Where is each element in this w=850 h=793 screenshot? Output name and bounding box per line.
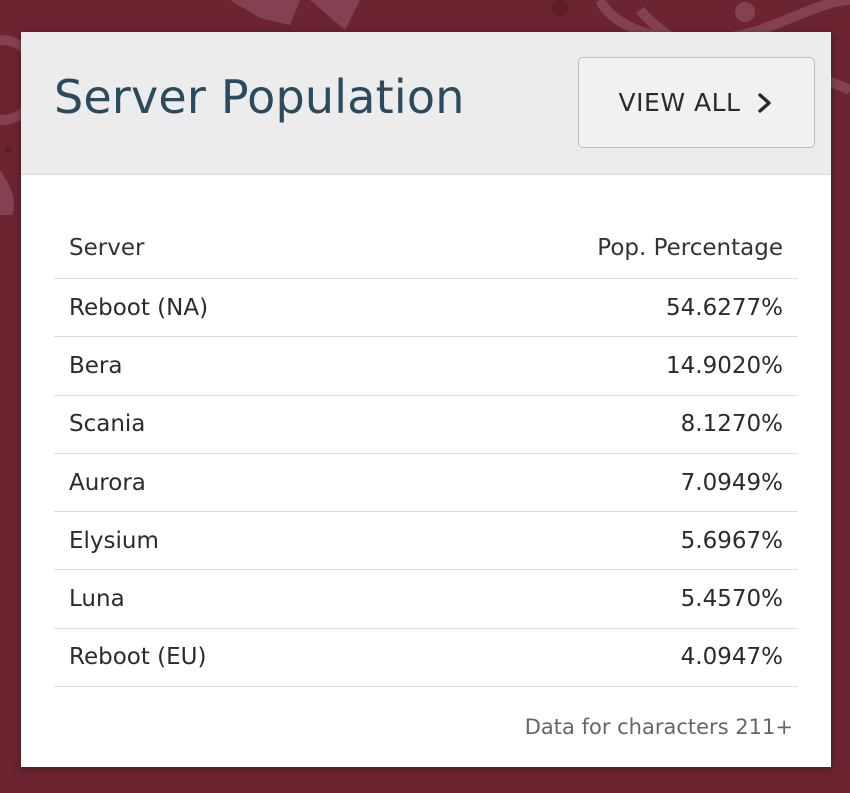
table-row: Reboot (NA) 54.6277% [54,279,798,338]
server-population-card: Server Population VIEW ALL Server Pop. P… [21,32,831,767]
table-header-row: Server Pop. Percentage [54,218,798,279]
server-name-cell: Reboot (EU) [69,644,207,671]
table-row: Luna 5.4570% [54,570,798,629]
server-name-cell: Elysium [69,527,159,554]
column-header-server: Server [69,235,145,261]
pop-percentage-cell: 5.4570% [680,586,783,613]
pop-percentage-cell: 54.6277% [666,294,783,321]
card-header: Server Population VIEW ALL [21,32,831,175]
card-title: Server Population [54,70,465,124]
chevron-right-icon [756,92,774,114]
data-footnote: Data for characters 211+ [524,715,793,739]
server-population-table: Server Pop. Percentage Reboot (NA) 54.62… [54,218,798,688]
server-name-cell: Reboot (NA) [69,294,209,321]
server-name-cell: Luna [69,586,125,613]
pop-percentage-cell: 14.9020% [666,352,783,379]
server-name-cell: Scania [69,411,146,438]
column-header-pop-percentage: Pop. Percentage [597,235,783,261]
server-name-cell: Bera [69,352,123,379]
pop-percentage-cell: 4.0947% [680,644,783,671]
view-all-button[interactable]: VIEW ALL [578,57,815,148]
table-row: Elysium 5.6967% [54,512,798,571]
table-row: Reboot (EU) 4.0947% [54,629,798,688]
pop-percentage-cell: 7.0949% [680,469,783,496]
view-all-label: VIEW ALL [618,88,741,117]
server-name-cell: Aurora [69,469,146,496]
table-row: Aurora 7.0949% [54,454,798,513]
table-row: Scania 8.1270% [54,396,798,454]
table-row: Bera 14.9020% [54,337,798,396]
pop-percentage-cell: 8.1270% [680,411,783,438]
pop-percentage-cell: 5.6967% [680,527,783,554]
